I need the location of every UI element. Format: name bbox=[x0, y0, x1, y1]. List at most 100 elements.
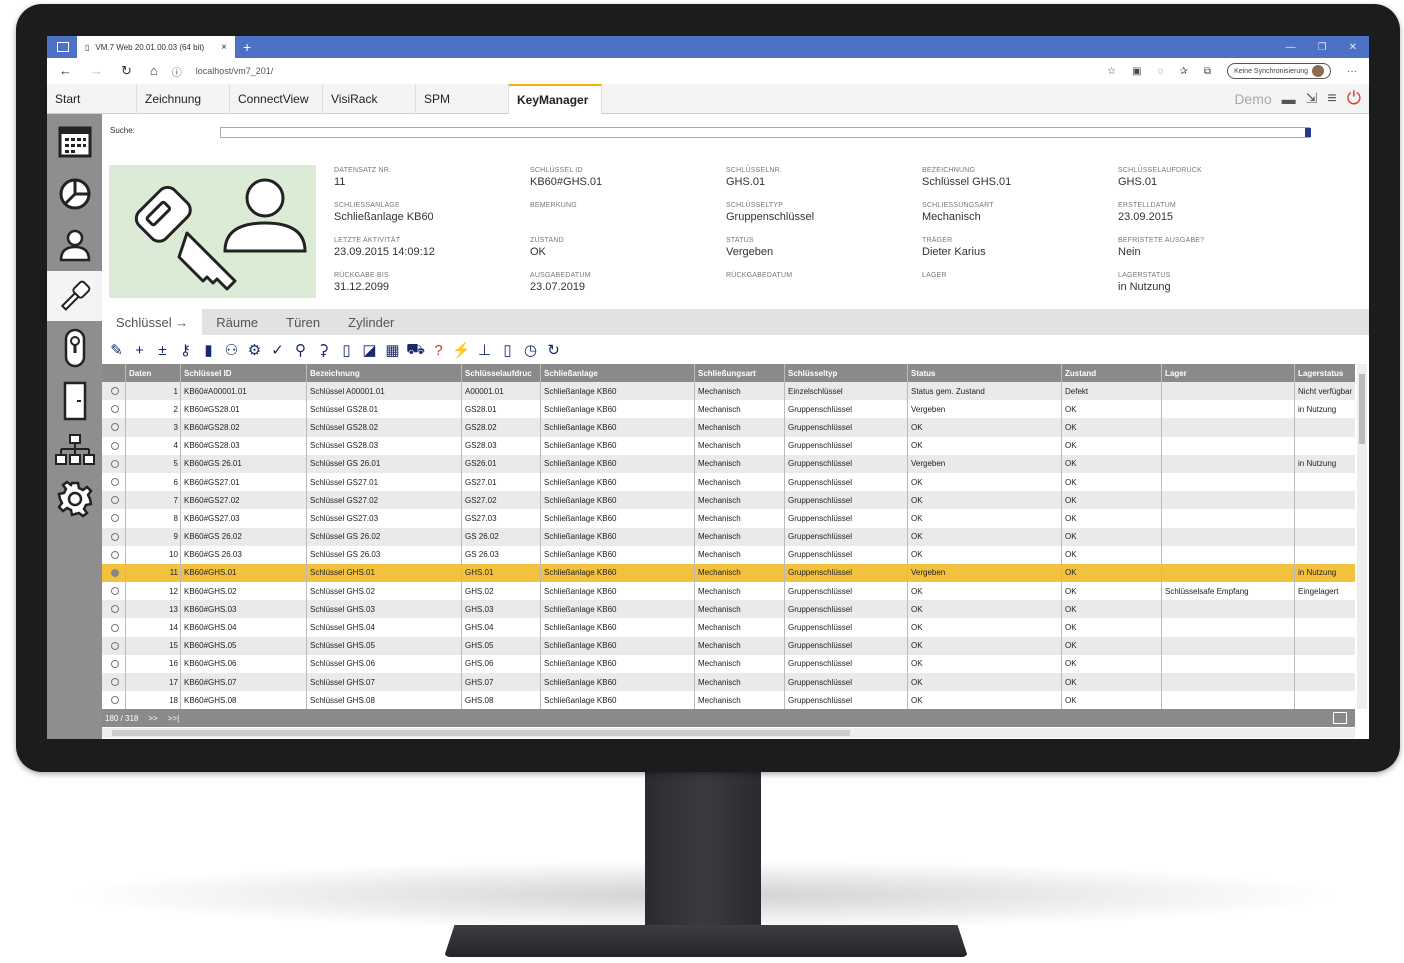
sync-button[interactable]: Keine Synchronisierung bbox=[1227, 63, 1331, 79]
sidebar-hierarchy[interactable] bbox=[47, 426, 102, 476]
back-icon[interactable]: ← bbox=[59, 63, 72, 79]
favorites-icon[interactable]: ✰ bbox=[1180, 66, 1188, 77]
table-row[interactable]: 10 KB60#GS 26.03 Schlüssel GS 26.03 GS 26.0… bbox=[102, 545, 1355, 564]
tab-zeichnung[interactable]: Zeichnung bbox=[137, 84, 230, 114]
door-small-icon[interactable]: ▯ bbox=[499, 341, 516, 359]
row-radio[interactable] bbox=[111, 532, 119, 541]
more-icon[interactable]: ··· bbox=[1347, 66, 1357, 77]
export-icon[interactable] bbox=[1333, 712, 1347, 724]
forward-icon[interactable]: → bbox=[90, 63, 103, 79]
tab-start[interactable]: Start bbox=[47, 84, 137, 114]
table-row[interactable]: 12 KB60#GHS.02 Schlüssel GHS.02 GHS.02 Schli… bbox=[102, 582, 1355, 601]
col-schluesseltyp[interactable]: Schlüsseltyp bbox=[785, 364, 908, 382]
next-page-button[interactable]: >> bbox=[148, 714, 157, 723]
row-radio[interactable] bbox=[111, 623, 119, 632]
table-row[interactable]: 5 KB60#GS 26.01 Schlüssel GS 26.01 GS26.01 S… bbox=[102, 454, 1355, 473]
key-check-icon[interactable]: ✓ bbox=[269, 341, 286, 359]
tab-connectview[interactable]: ConnectView bbox=[230, 84, 323, 114]
table-row[interactable]: 7 KB60#GS27.02 Schlüssel GS27.02 GS27.02 Sch… bbox=[102, 491, 1355, 510]
refresh-extension-icon[interactable]: ◌ bbox=[1158, 66, 1164, 77]
table-row[interactable]: 6 KB60#GS27.01 Schlüssel GS27.01 GS27.01 Sch… bbox=[102, 472, 1355, 492]
col-schliessungsart[interactable]: Schließungsart bbox=[695, 364, 785, 382]
row-radio[interactable] bbox=[111, 659, 119, 668]
tree-icon[interactable]: ⊥ bbox=[476, 341, 493, 359]
col-status[interactable]: Status bbox=[908, 364, 1062, 382]
settings-check-icon[interactable]: ⚙ bbox=[246, 341, 263, 359]
folder-icon[interactable]: ▬ bbox=[1282, 91, 1296, 107]
power-icon[interactable]: ⏻ bbox=[1347, 88, 1361, 109]
row-select-cell[interactable] bbox=[102, 582, 126, 601]
table-row[interactable]: 15 KB60#GHS.05 Schlüssel GHS.05 GHS.05 Schli… bbox=[102, 636, 1355, 655]
edit-chart-icon[interactable]: ⇲ bbox=[1306, 90, 1318, 107]
add-icon[interactable]: + bbox=[131, 341, 148, 359]
row-radio[interactable] bbox=[111, 387, 119, 396]
col-aufdruck[interactable]: Schlüsselaufdruc bbox=[462, 364, 541, 382]
home-icon[interactable]: ⌂ bbox=[150, 63, 158, 79]
sidebar-key[interactable] bbox=[47, 271, 102, 321]
refresh-icon[interactable]: ↻ bbox=[545, 341, 562, 359]
delete-icon[interactable]: ▮ bbox=[200, 341, 217, 359]
browser-tab[interactable]: ▯ VM.7 Web 20.01.00.03 (64 bit) × bbox=[77, 36, 235, 58]
add-multiple-icon[interactable]: ± bbox=[154, 341, 171, 359]
assign-person-icon[interactable]: ⚇ bbox=[223, 341, 240, 359]
row-radio[interactable] bbox=[111, 514, 119, 523]
table-row[interactable]: 11 KB60#GHS.01 Schlüssel GHS.01 GHS.01 Schli… bbox=[102, 563, 1355, 583]
table-row[interactable]: 8 KB60#GS27.03 Schlüssel GS27.03 GS27.03 Sch… bbox=[102, 509, 1355, 528]
row-radio[interactable] bbox=[111, 423, 119, 432]
table-row[interactable]: 14 KB60#GHS.04 Schlüssel GHS.04 GHS.04 Schli… bbox=[102, 618, 1355, 637]
menu-icon[interactable]: ≡ bbox=[1327, 90, 1336, 108]
sidebar-settings[interactable] bbox=[47, 474, 102, 524]
row-radio[interactable] bbox=[111, 441, 119, 450]
row-select-cell[interactable] bbox=[102, 436, 126, 455]
key-black-icon[interactable]: ⚲ bbox=[292, 341, 309, 359]
row-radio[interactable] bbox=[111, 459, 119, 468]
restore-icon[interactable]: ❐ bbox=[1318, 42, 1327, 53]
sidebar-cylinder[interactable] bbox=[47, 323, 102, 373]
subtab-raeume[interactable]: Räume bbox=[202, 309, 272, 335]
row-radio[interactable] bbox=[111, 605, 119, 614]
row-select-cell[interactable] bbox=[102, 618, 126, 637]
table-row[interactable]: 1 KB60#A00001.01 Schlüssel A00001.01 A00001… bbox=[102, 382, 1355, 401]
favorite-add-icon[interactable]: ☆ bbox=[1107, 66, 1116, 77]
search-input[interactable] bbox=[220, 127, 1310, 138]
row-select-cell[interactable] bbox=[102, 509, 126, 528]
key-question-icon[interactable]: ? bbox=[430, 341, 447, 359]
row-select-cell[interactable] bbox=[102, 418, 126, 437]
info-icon[interactable]: ⓘ bbox=[172, 64, 182, 79]
row-select-cell[interactable] bbox=[102, 527, 126, 546]
power-plug-icon[interactable]: ⚡ bbox=[452, 341, 471, 359]
collections-icon[interactable]: ⧉ bbox=[1204, 66, 1211, 77]
tab-spm[interactable]: SPM bbox=[416, 84, 509, 114]
horizontal-scrollbar[interactable] bbox=[102, 728, 1355, 738]
close-window-icon[interactable]: ✕ bbox=[1349, 42, 1357, 53]
window-menu-icon[interactable] bbox=[57, 42, 69, 52]
table-row[interactable]: 4 KB60#GS28.03 Schlüssel GS28.03 GS28.03 Sch… bbox=[102, 436, 1355, 455]
vertical-scrollbar[interactable] bbox=[1357, 364, 1367, 709]
row-radio[interactable] bbox=[111, 568, 119, 577]
sidebar-calendar[interactable] bbox=[47, 116, 102, 166]
table-row[interactable]: 2 KB60#GS28.01 Schlüssel GS28.01 GS28.01 Sch… bbox=[102, 400, 1355, 419]
row-select-cell[interactable] bbox=[102, 472, 126, 492]
row-radio[interactable] bbox=[111, 678, 119, 687]
row-select-cell[interactable] bbox=[102, 382, 126, 401]
sidebar-person[interactable] bbox=[47, 220, 102, 270]
row-radio[interactable] bbox=[111, 696, 119, 705]
url-input[interactable]: localhost/vm7_201/ bbox=[196, 66, 274, 76]
table-row[interactable]: 9 KB60#GS 26.02 Schlüssel GS 26.02 GS 26.02… bbox=[102, 527, 1355, 546]
extension-icon[interactable]: ▣ bbox=[1132, 66, 1141, 77]
search-button[interactable] bbox=[1305, 128, 1311, 137]
sidebar-door[interactable] bbox=[47, 376, 102, 426]
table-row[interactable]: 17 KB60#GHS.07 Schlüssel GHS.07 GHS.07 Schli… bbox=[102, 673, 1355, 692]
table-row[interactable]: 16 KB60#GHS.06 Schlüssel GHS.06 GHS.06 Schli… bbox=[102, 654, 1355, 673]
vertical-scroll-thumb[interactable] bbox=[1359, 374, 1365, 444]
row-select-cell[interactable] bbox=[102, 400, 126, 419]
subtab-tueren[interactable]: Türen bbox=[272, 309, 334, 335]
table-row[interactable]: 3 KB60#GS28.02 Schlüssel GS28.02 GS28.02 Sch… bbox=[102, 418, 1355, 437]
row-radio[interactable] bbox=[111, 478, 119, 487]
col-bezeichnung[interactable]: Bezeichnung bbox=[307, 364, 462, 382]
row-select-cell[interactable] bbox=[102, 563, 126, 583]
table-row[interactable]: 13 KB60#GHS.03 Schlüssel GHS.03 GHS.03 Schli… bbox=[102, 600, 1355, 619]
col-lager[interactable]: Lager bbox=[1162, 364, 1295, 382]
row-select-cell[interactable] bbox=[102, 691, 126, 710]
row-select-cell[interactable] bbox=[102, 454, 126, 473]
